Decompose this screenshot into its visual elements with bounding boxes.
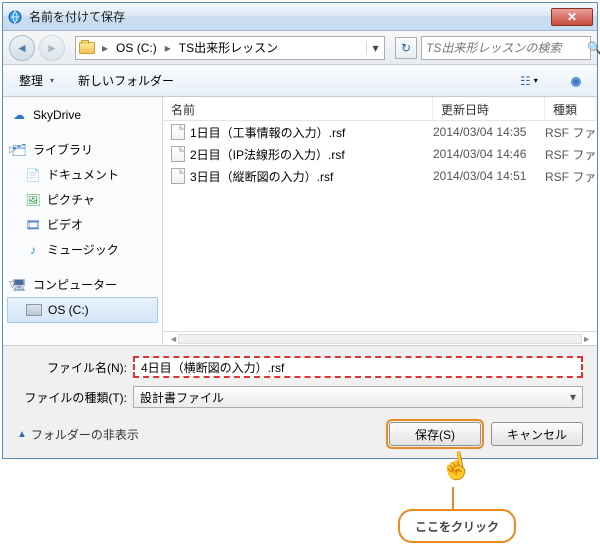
sidebar-item-label: コンピューター xyxy=(33,276,117,293)
videos-icon: 🎞 xyxy=(25,217,41,233)
sidebar: ☁ SkyDrive ▷ 🗂 ライブラリ 📄 ドキュメント 🖼 ピクチャ 🎞 ビ… xyxy=(3,97,163,345)
organize-label: 整理 xyxy=(19,72,43,89)
callout-text: ここをクリック xyxy=(415,518,499,535)
sidebar-item-label: SkyDrive xyxy=(33,108,81,122)
file-date: 2014/03/04 14:51 xyxy=(433,169,545,183)
filetype-select[interactable]: 設計書ファイル xyxy=(133,386,583,408)
search-input[interactable] xyxy=(422,41,587,55)
filetype-label: ファイルの種類(T): xyxy=(17,389,127,406)
cloud-icon: ☁ xyxy=(11,107,27,123)
expand-icon[interactable]: ▷ xyxy=(9,144,16,155)
titlebar: 名前を付けて保存 ✕ xyxy=(3,3,597,31)
file-row[interactable]: 1日目（工事情報の入力）.rsf 2014/03/04 14:35 RSF ファ xyxy=(163,121,597,143)
filename-label: ファイル名(N): xyxy=(17,359,127,376)
save-button[interactable]: 保存(S) xyxy=(389,422,481,446)
navbar: ◄ ► ▸ OS (C:) ▸ TS出来形レッスン ▾ ↻ 🔍 xyxy=(3,31,597,65)
file-date: 2014/03/04 14:46 xyxy=(433,147,545,161)
pictures-icon: 🖼 xyxy=(25,192,41,208)
view-options-button[interactable]: ☷▾ xyxy=(515,70,559,92)
chevron-right-icon: ▸ xyxy=(161,41,175,55)
cancel-button[interactable]: キャンセル xyxy=(491,422,583,446)
cancel-label: キャンセル xyxy=(507,426,567,443)
new-folder-button[interactable]: 新しいフォルダー xyxy=(70,69,182,92)
back-button[interactable]: ◄ xyxy=(9,35,35,61)
sidebar-computer[interactable]: ▽ 🖥 コンピューター xyxy=(3,272,162,297)
sidebar-library[interactable]: ▷ 🗂 ライブラリ xyxy=(3,137,162,162)
filename-input[interactable] xyxy=(133,356,583,378)
crumb-folder[interactable]: TS出来形レッスン xyxy=(175,39,282,56)
sidebar-item-label: OS (C:) xyxy=(48,303,89,317)
hide-folders-label: フォルダーの非表示 xyxy=(31,426,139,443)
filetype-value: 設計書ファイル xyxy=(140,389,224,406)
main-area: ☁ SkyDrive ▷ 🗂 ライブラリ 📄 ドキュメント 🖼 ピクチャ 🎞 ビ… xyxy=(3,97,597,345)
file-icon xyxy=(171,168,185,184)
col-type[interactable]: 種類 xyxy=(545,97,597,120)
annotation-layer: ☝️ ここをクリック xyxy=(0,461,600,551)
sidebar-videos[interactable]: 🎞 ビデオ xyxy=(3,212,162,237)
sidebar-os-c[interactable]: OS (C:) xyxy=(7,297,158,323)
hide-folders-toggle[interactable]: ▲ フォルダーの非表示 xyxy=(17,426,139,443)
file-icon xyxy=(171,146,185,162)
window-title: 名前を付けて保存 xyxy=(29,8,551,25)
organize-menu[interactable]: 整理 xyxy=(11,69,62,92)
file-type: RSF ファ xyxy=(545,124,597,141)
refresh-button[interactable]: ↻ xyxy=(395,37,417,59)
sidebar-item-label: ミュージック xyxy=(47,241,119,258)
sidebar-item-label: ドキュメント xyxy=(47,166,119,183)
help-button[interactable]: ◉ xyxy=(563,70,589,92)
file-icon xyxy=(171,124,185,140)
folder-icon xyxy=(76,42,98,54)
sidebar-item-label: ビデオ xyxy=(47,216,83,233)
search-icon[interactable]: 🔍 xyxy=(587,41,600,55)
forward-button[interactable]: ► xyxy=(39,35,65,61)
ie-icon xyxy=(7,9,23,25)
columns-header: 名前 更新日時 種類 xyxy=(163,97,597,121)
collapse-icon[interactable]: ▽ xyxy=(9,279,16,290)
newfolder-label: 新しいフォルダー xyxy=(78,72,174,89)
chevron-right-icon: ▸ xyxy=(98,41,112,55)
file-list: 名前 更新日時 種類 1日目（工事情報の入力）.rsf 2014/03/04 1… xyxy=(163,97,597,345)
file-type: RSF ファ xyxy=(545,146,597,163)
file-name: 2日目（IP法線形の入力）.rsf xyxy=(190,146,345,163)
sidebar-music[interactable]: ♪ ミュージック xyxy=(3,237,162,262)
file-name: 3日目（縦断図の入力）.rsf xyxy=(190,168,333,185)
sidebar-item-label: ライブラリ xyxy=(33,141,93,158)
search-box[interactable]: 🔍 xyxy=(421,36,591,60)
file-name: 1日目（工事情報の入力）.rsf xyxy=(190,124,345,141)
sidebar-skydrive[interactable]: ☁ SkyDrive xyxy=(3,103,162,127)
music-icon: ♪ xyxy=(25,242,41,258)
crumb-drive[interactable]: OS (C:) xyxy=(112,41,161,55)
horizontal-scrollbar[interactable]: ◄► xyxy=(163,331,597,345)
close-button[interactable]: ✕ xyxy=(551,8,593,26)
toolbar: 整理 新しいフォルダー ☷▾ ◉ xyxy=(3,65,597,97)
documents-icon: 📄 xyxy=(25,167,41,183)
chevron-up-icon: ▲ xyxy=(17,429,27,440)
bottom-panel: ファイル名(N): ファイルの種類(T): 設計書ファイル ▲ フォルダーの非表… xyxy=(3,345,597,458)
pointer-hand-icon: ☝️ xyxy=(438,448,475,484)
sidebar-pictures[interactable]: 🖼 ピクチャ xyxy=(3,187,162,212)
sidebar-item-label: ピクチャ xyxy=(47,191,95,208)
callout-bubble: ここをクリック xyxy=(398,509,516,543)
file-row[interactable]: 2日目（IP法線形の入力）.rsf 2014/03/04 14:46 RSF フ… xyxy=(163,143,597,165)
file-date: 2014/03/04 14:35 xyxy=(433,125,545,139)
col-date[interactable]: 更新日時 xyxy=(433,97,545,120)
disk-icon xyxy=(26,302,42,318)
sidebar-documents[interactable]: 📄 ドキュメント xyxy=(3,162,162,187)
file-row[interactable]: 3日目（縦断図の入力）.rsf 2014/03/04 14:51 RSF ファ xyxy=(163,165,597,187)
save-label: 保存(S) xyxy=(415,426,455,443)
save-dialog: 名前を付けて保存 ✕ ◄ ► ▸ OS (C:) ▸ TS出来形レッスン ▾ ↻… xyxy=(2,2,598,459)
breadcrumb[interactable]: ▸ OS (C:) ▸ TS出来形レッスン ▾ xyxy=(75,36,385,60)
file-type: RSF ファ xyxy=(545,168,597,185)
col-name[interactable]: 名前 xyxy=(163,97,433,120)
breadcrumb-dropdown[interactable]: ▾ xyxy=(366,41,384,55)
